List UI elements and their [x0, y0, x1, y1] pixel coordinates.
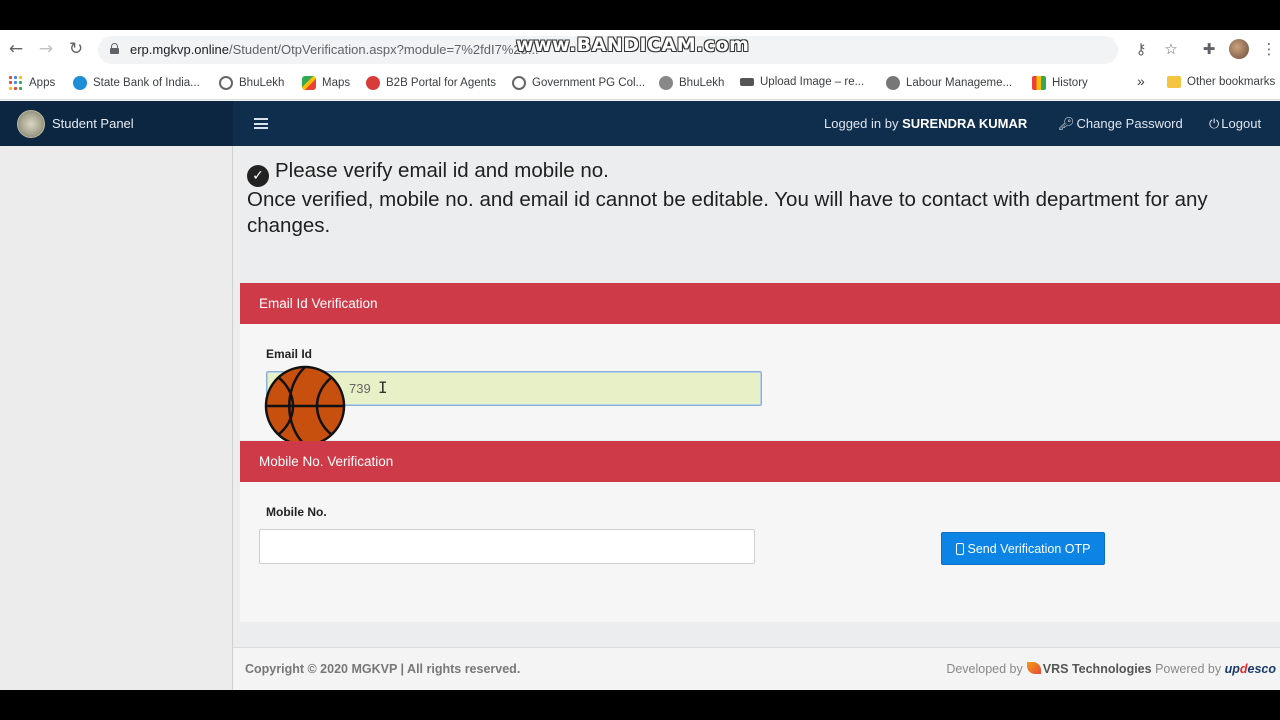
developer-name[interactable]: VRS Technologies — [1043, 662, 1152, 676]
maps-icon — [302, 76, 316, 90]
bookmark-sbi[interactable]: State Bank of India... — [73, 76, 200, 90]
change-password-link[interactable]: 🔑︎ Change Password — [1058, 116, 1183, 132]
back-arrow-icon[interactable]: ← — [6, 39, 26, 59]
bookmark-maps[interactable]: Maps — [302, 76, 350, 90]
bookmark-history[interactable]: History — [1032, 76, 1088, 90]
check-circle-icon: ✓ — [247, 165, 269, 187]
bookmark-b2b-portal[interactable]: B2B Portal for Agents — [366, 76, 496, 90]
kebab-menu-icon[interactable]: ⋮ — [1260, 40, 1278, 58]
power-icon: ⏻ — [1209, 117, 1220, 132]
email-section-body: Email Id I — [240, 324, 1280, 447]
sbi-icon — [73, 76, 87, 90]
bookmark-upload-image[interactable]: Upload Image – re... — [740, 76, 864, 88]
brand[interactable]: Student Panel — [0, 101, 233, 146]
lock-icon — [110, 43, 119, 54]
emblem-icon — [886, 76, 900, 90]
star-icon[interactable]: ☆ — [1162, 40, 1180, 58]
bookmark-apps[interactable]: Apps — [9, 76, 55, 90]
mobile-field[interactable] — [259, 529, 755, 564]
verification-notice: ✓ Please verify email id and mobile no. O… — [247, 159, 1208, 237]
bookmarks-bar: Apps State Bank of India... BhuLekh Maps… — [0, 68, 1280, 100]
copyright-text: Copyright © 2020 MGKVP | All rights rese… — [245, 662, 521, 676]
email-section-header: Email Id Verification — [240, 283, 1280, 324]
mobile-section-header: Mobile No. Verification — [240, 441, 1280, 482]
profile-avatar[interactable] — [1229, 39, 1249, 59]
bandicam-watermark: www.BANDICAM.com — [516, 34, 750, 56]
forward-arrow-icon[interactable]: → — [36, 39, 56, 59]
extensions-icon[interactable]: ✚ — [1200, 40, 1218, 58]
bookmark-bhulekh-2[interactable]: BhuLekh — [659, 76, 724, 90]
reload-icon[interactable]: ↻ — [66, 39, 86, 59]
apps-grid-icon — [9, 76, 23, 90]
mobile-phone-icon — [955, 542, 964, 555]
logout-link[interactable]: ⏻ Logout — [1209, 116, 1261, 132]
browser-window: ← → ↻ erp.mgkvp.online/Student/OtpVerifi… — [0, 30, 1280, 690]
app-header: Student Panel Logged in by SURENDRA KUMA… — [0, 101, 1280, 146]
mobile-section-body: Mobile No. Send Verification OTP — [240, 482, 1280, 622]
url-text: erp.mgkvp.online/Student/OtpVerification… — [130, 42, 539, 57]
key-icon: 🔑︎ — [1058, 117, 1075, 132]
bookmark-government-pg[interactable]: Government PG Col... — [512, 76, 645, 90]
footer: Copyright © 2020 MGKVP | All rights rese… — [233, 647, 1280, 690]
main-content: ✓ Please verify email id and mobile no. O… — [233, 146, 1280, 690]
history-icon — [1032, 76, 1046, 90]
developer-credit: Developed by VRS Technologies Powered by … — [946, 662, 1276, 676]
browser-toolbar: ← → ↻ erp.mgkvp.online/Student/OtpVerifi… — [0, 30, 1280, 68]
bookmark-labour[interactable]: Labour Manageme... — [886, 76, 1012, 90]
key-icon[interactable]: ⚷ — [1132, 40, 1150, 58]
globe-icon — [219, 76, 233, 90]
basketball-icon — [264, 365, 346, 447]
text-cursor-icon: I — [378, 378, 388, 397]
logged-in-text: Logged in by SURENDRA KUMAR — [824, 116, 1028, 131]
user-name: SURENDRA KUMAR — [902, 116, 1028, 131]
mobile-label: Mobile No. — [266, 505, 327, 519]
other-bookmarks[interactable]: Other bookmarks — [1167, 76, 1275, 88]
upd-logo[interactable]: updesco — [1225, 662, 1276, 676]
folder-icon — [1167, 76, 1181, 88]
email-label: Email Id — [266, 347, 313, 361]
vrs-logo-icon — [1026, 662, 1041, 674]
brand-title: Student Panel — [52, 116, 134, 131]
emblem-icon — [659, 76, 673, 90]
send-otp-button[interactable]: Send Verification OTP — [941, 532, 1105, 565]
bookmark-bhulekh[interactable]: BhuLekh — [219, 76, 284, 90]
upload-icon — [740, 78, 754, 86]
globe-icon — [512, 76, 526, 90]
hamburger-menu-icon[interactable] — [254, 118, 268, 129]
sidebar — [0, 146, 233, 690]
more-bookmarks-chevron-icon[interactable]: » — [1137, 73, 1145, 89]
university-logo-icon — [17, 110, 45, 138]
b2b-icon — [366, 76, 380, 90]
